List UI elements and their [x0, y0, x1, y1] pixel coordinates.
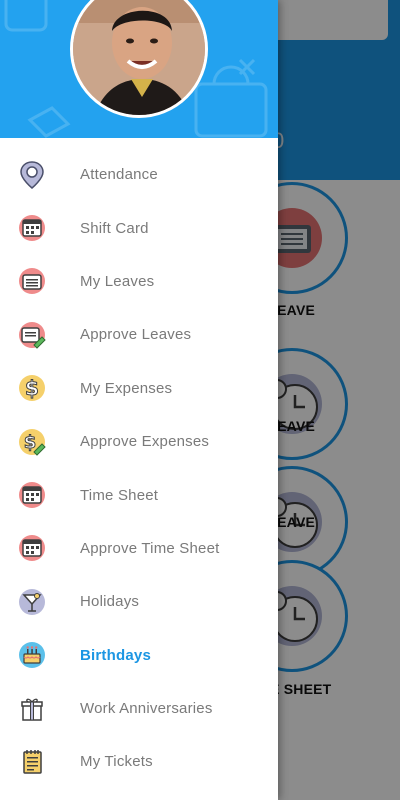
- menu-item-label: Birthdays: [80, 646, 151, 664]
- menu-item-my-leaves[interactable]: My Leaves: [0, 255, 278, 308]
- menu-item-time-sheet[interactable]: Time Sheet: [0, 468, 278, 521]
- menu-item-label: Approve Time Sheet: [80, 539, 220, 557]
- calendar-icon: [17, 533, 47, 563]
- drawer-header: [0, 0, 278, 138]
- menu-item-my-tickets[interactable]: My Tickets: [0, 735, 278, 788]
- menu-item-shift-card[interactable]: Shift Card: [0, 201, 278, 254]
- cake-icon: [17, 640, 47, 670]
- location-pin-icon: [17, 160, 47, 190]
- menu-item-label: Approve Expenses: [80, 433, 210, 451]
- briefcase-approve-icon: [17, 320, 47, 350]
- menu-item-label: Work Anniversaries: [80, 700, 213, 718]
- svg-text:$: $: [25, 376, 39, 400]
- menu-item-work-anniversaries[interactable]: Work Anniversaries: [0, 682, 278, 735]
- menu-item-holidays[interactable]: Holidays: [0, 575, 278, 628]
- briefcase-icon: [17, 266, 47, 296]
- menu-item-label: Time Sheet: [80, 486, 159, 504]
- calendar-icon: [17, 213, 47, 243]
- cocktail-icon: [17, 587, 47, 617]
- menu-item-approve-time-sheet[interactable]: Approve Time Sheet: [0, 522, 278, 575]
- drawer-menu: Attendance Shift Card My Leaves Approve …: [0, 148, 278, 789]
- gift-icon: [17, 694, 47, 724]
- menu-item-my-expenses[interactable]: $ My Expenses: [0, 362, 278, 415]
- menu-item-label: Holidays: [80, 593, 140, 611]
- svg-text:$: $: [24, 432, 37, 453]
- menu-item-label: My Tickets: [80, 753, 153, 771]
- menu-item-label: My Leaves: [80, 272, 155, 290]
- menu-item-approve-leaves[interactable]: Approve Leaves: [0, 308, 278, 361]
- menu-item-birthdays[interactable]: Birthdays: [0, 629, 278, 682]
- notepad-icon: [17, 747, 47, 777]
- menu-item-label: Approve Leaves: [80, 326, 192, 344]
- menu-item-approve-expenses[interactable]: $ Approve Expenses: [0, 415, 278, 468]
- menu-item-label: My Expenses: [80, 379, 173, 397]
- calendar-icon: [17, 480, 47, 510]
- menu-item-attendance[interactable]: Attendance: [0, 148, 278, 201]
- navigation-drawer: Attendance Shift Card My Leaves Approve …: [0, 0, 278, 800]
- menu-item-label: Shift Card: [80, 219, 149, 237]
- menu-item-label: Attendance: [80, 166, 158, 184]
- dollar-icon: $: [17, 373, 47, 403]
- dollar-approve-icon: $: [17, 427, 47, 457]
